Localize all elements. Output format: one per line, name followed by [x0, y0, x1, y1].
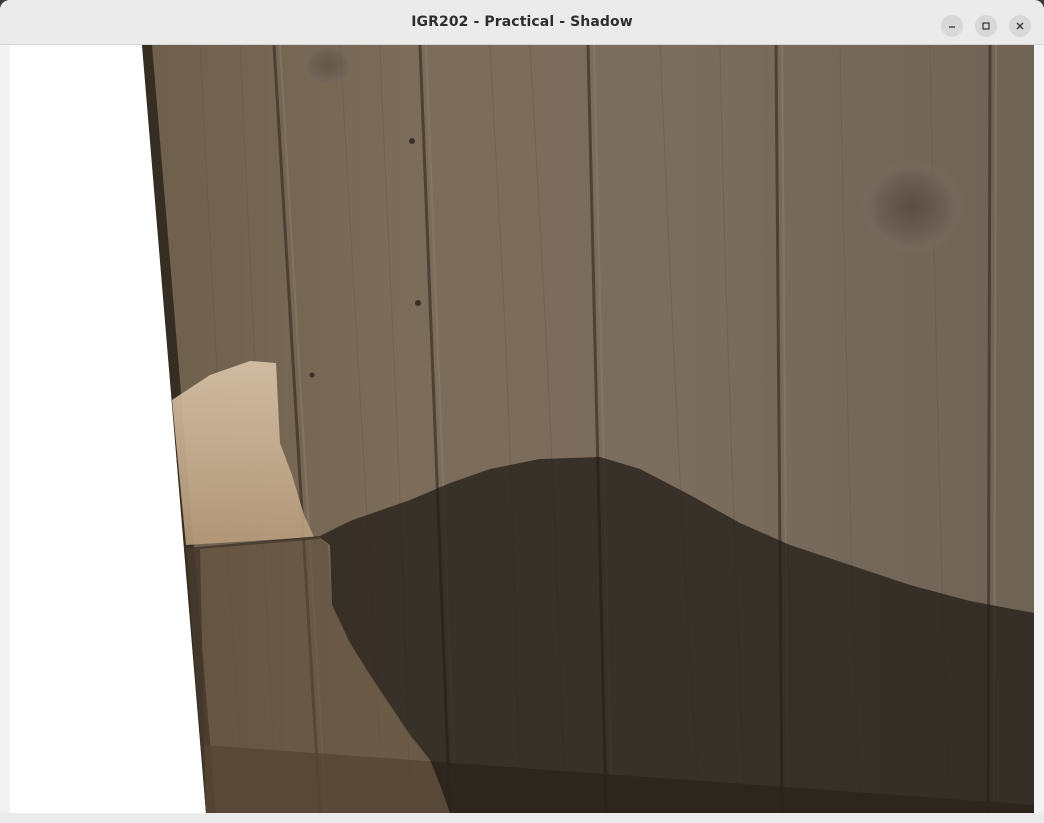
title-bar[interactable]: IGR202 - Practical - Shadow	[0, 0, 1044, 45]
window-controls	[941, 15, 1031, 37]
minimize-icon	[949, 26, 955, 28]
window-title: IGR202 - Practical - Shadow	[411, 14, 633, 30]
close-button[interactable]	[1009, 15, 1031, 37]
window-border-bottom	[0, 813, 1044, 823]
app-window: IGR202 - Practical - Shadow	[0, 0, 1044, 823]
window-border-left	[0, 45, 10, 813]
maximize-icon	[982, 22, 990, 30]
render-viewport[interactable]	[10, 45, 1034, 813]
window-border-right	[1034, 45, 1044, 813]
close-icon	[1016, 22, 1024, 30]
maximize-button[interactable]	[975, 15, 997, 37]
rendered-scene	[142, 45, 1034, 813]
minimize-button[interactable]	[941, 15, 963, 37]
